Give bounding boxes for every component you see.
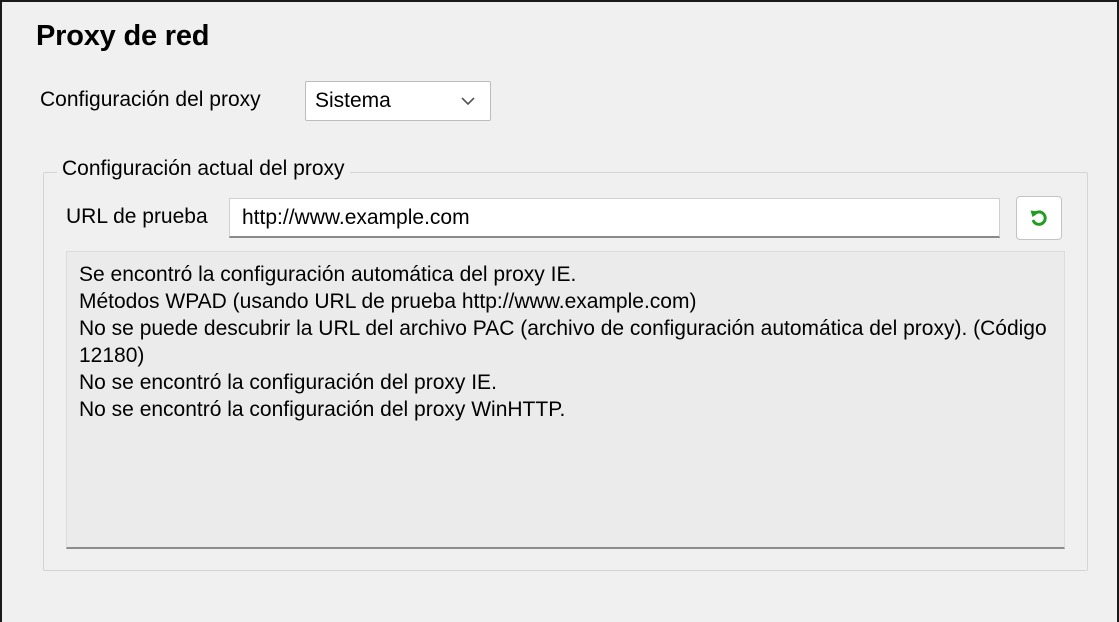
result-line: No se encontró la configuración del prox… — [79, 398, 566, 421]
current-proxy-config-legend: Configuración actual del proxy — [57, 157, 350, 181]
result-line: No se puede descubrir la URL del archivo… — [79, 317, 1053, 367]
test-url-label: URL de prueba — [66, 205, 208, 228]
page-title: Proxy de red — [36, 20, 210, 52]
result-line: Se encontró la configuración automática … — [79, 263, 577, 286]
test-url-input[interactable] — [229, 198, 1000, 238]
proxy-result-output: Se encontró la configuración automática … — [66, 251, 1065, 549]
proxy-config-label: Configuración del proxy — [40, 88, 261, 111]
chevron-down-icon — [461, 97, 475, 106]
network-proxy-panel: Proxy de red Configuración del proxy Sis… — [0, 0, 1119, 622]
proxy-config-select[interactable]: Sistema — [305, 81, 491, 121]
result-line: Métodos WPAD (usando URL de prueba http:… — [79, 290, 697, 313]
proxy-config-selected-value: Sistema — [315, 89, 391, 112]
result-line: No se encontró la configuración del prox… — [79, 371, 497, 394]
refresh-button[interactable] — [1016, 196, 1062, 240]
refresh-icon — [1030, 210, 1047, 226]
